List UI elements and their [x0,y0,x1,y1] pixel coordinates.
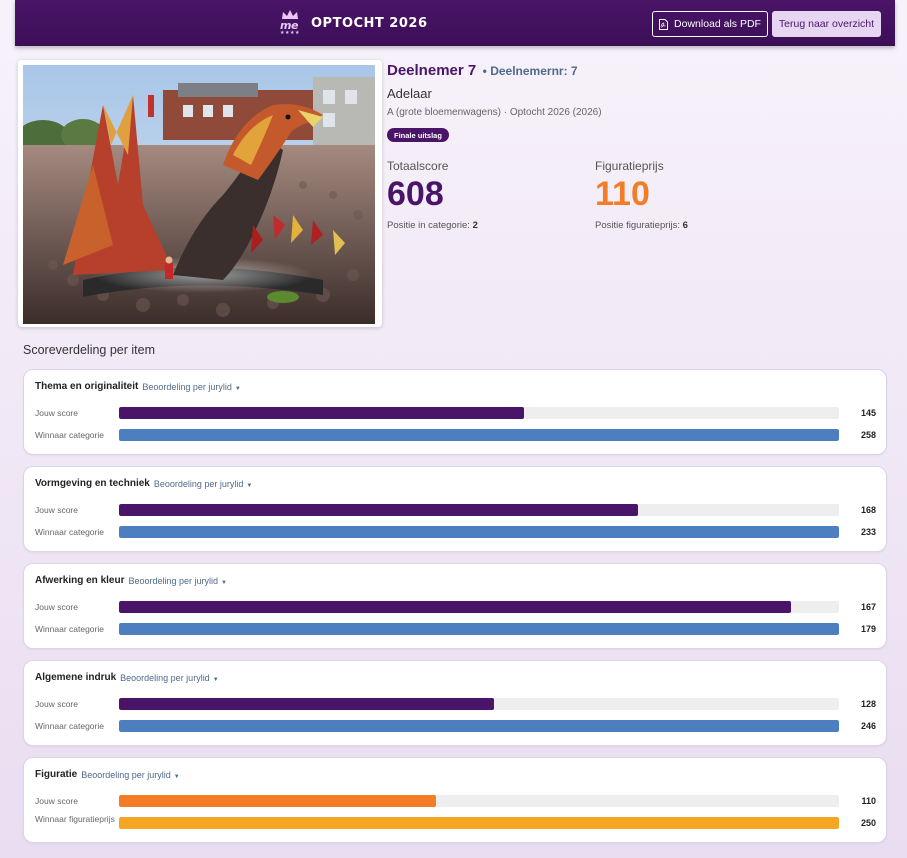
score-row-label: Jouw score [35,505,78,515]
score-row-value: 179 [860,624,876,634]
jury-breakdown-label: Beoordeling per jurylid [153,478,244,489]
score-item-card: Thema en originaliteit Beoordeling per ju… [23,369,887,455]
score-row-value: 145 [860,408,876,418]
score-row-label: Winnaar figuratieprijs [35,814,115,824]
score-bar-fill [119,817,839,829]
score-bar-fill [119,698,494,710]
score-row-value: 110 [861,796,876,806]
category-position: Positie in categorie: 2 [387,220,478,231]
score-item-header: Figuratie Beoordeling per jurylid ▼ [35,769,180,780]
caret-down-icon: ▼ [173,773,180,780]
score-bar-track [119,601,839,613]
score-bar-track [119,623,839,635]
score-row-label: Winnaar categorie [35,624,104,634]
score-item-card: Vormgeving en techniek Beoordeling per ju… [23,466,887,552]
score-row-value: 246 [860,721,876,731]
score-item-header: Afwerking en kleur Beoordeling per juryli… [35,575,227,586]
score-bar-track [119,817,839,829]
score-bar-fill [119,623,839,635]
back-to-overview-button[interactable]: Terug naar overzicht [772,11,881,37]
score-row-label: Jouw score [35,699,78,709]
score-bar-track [119,795,839,807]
score-row-label: Jouw score [35,602,78,612]
score-bar-track [119,407,839,419]
score-row-value: 168 [860,505,876,515]
figuration-score-block: Figuratieprijs 110 Positie figuratieprij… [595,159,688,231]
score-row-value: 250 [860,818,876,828]
participant-photo [23,65,375,324]
jury-breakdown-toggle[interactable]: Beoordeling per jurylid ▼ [120,673,219,683]
score-row-label: Jouw score [35,796,78,806]
caret-down-icon: ▼ [221,579,227,586]
score-item-title: Thema en originaliteit [35,381,139,392]
jury-breakdown-toggle[interactable]: Beoordeling per jurylid ▼ [154,479,253,489]
score-row-value: 128 [860,699,876,709]
jury-breakdown-label: Beoordeling per jurylid [128,575,219,586]
jury-breakdown-toggle[interactable]: Beoordeling per jurylid ▼ [142,382,241,392]
pdf-icon [659,18,669,30]
total-score-label: Totaalscore [387,159,449,173]
score-bar-track [119,504,839,516]
score-row-value: 258 [860,430,876,440]
figuration-position: Positie figuratieprijs: 6 [595,220,688,231]
score-item-title: Algemene indruk [35,672,117,683]
jury-breakdown-toggle[interactable]: Beoordeling per jurylid ▼ [128,576,227,586]
participant-photo-card: rtens [18,60,382,382]
score-row-value: 167 [860,602,876,612]
total-score-value: 608 [387,175,444,213]
category-position-label: Positie in categorie: [387,220,470,231]
section-title: Scoreverdeling per item [23,343,156,357]
figuration-position-label: Positie figuratieprijs: [595,220,681,231]
figuration-position-value: 6 [682,220,688,231]
total-score-block: Totaalscore 608 Positie in categorie: 2 [387,159,478,231]
score-row-value: 233 [860,527,876,537]
participant-title: Deelnemer 7 • Deelnemernr: 7 [387,62,578,80]
jury-breakdown-toggle[interactable]: Beoordeling per jurylid ▼ [81,770,180,780]
score-bar-fill [119,526,839,538]
top-bar: me ★★★★ OPTOCHT 2026 Download als PDF Te… [15,0,895,46]
score-bar-fill [119,407,524,419]
score-item-header: Vormgeving en techniek Beoordeling per ju… [35,478,252,489]
score-bar-track [119,698,839,710]
download-pdf-label: Download als PDF [674,18,761,30]
score-item-header: Algemene indruk Beoordeling per jurylid ▼ [35,672,219,683]
jury-breakdown-label: Beoordeling per jurylid [81,769,171,780]
score-item-title: Vormgeving en techniek [35,478,150,489]
score-row-label: Winnaar categorie [35,527,104,537]
score-item-card: Figuratie Beoordeling per jurylid ▼ Jouw sc… [23,757,887,843]
category-position-value: 2 [472,220,478,231]
score-row-label: Winnaar categorie [35,430,104,440]
jury-breakdown-label: Beoordeling per jurylid [120,672,210,683]
score-row-label: Winnaar categorie [35,721,104,731]
status-badge: Finale uitslag [387,128,449,142]
figuration-score-value: 110 [595,175,650,213]
brand-title: OPTOCHT 2026 [311,15,428,31]
score-item-card: Afwerking en kleur Beoordeling per juryli… [23,563,887,649]
score-bar-fill [119,720,839,732]
score-item-header: Thema en originaliteit Beoordeling per ju… [35,381,241,392]
score-item-title: Afwerking en kleur [35,575,125,586]
download-pdf-button[interactable]: Download als PDF [652,11,768,37]
score-bar-fill [119,795,436,807]
jury-breakdown-label: Beoordeling per jurylid [142,381,232,392]
figuration-score-label: Figuratieprijs [595,159,664,173]
score-bar-track [119,429,839,441]
participant-number: • Deelnemernr: 7 [482,64,578,78]
score-bar-fill [119,601,791,613]
participant-subtitle: Adelaar [387,86,432,101]
score-bar-track [119,720,839,732]
logo-icon: me ★★★★ [277,10,303,36]
participant-name: Deelnemer 7 [387,62,477,79]
score-item-title: Figuratie [35,769,78,780]
caret-down-icon: ▼ [246,482,253,489]
brand[interactable]: me ★★★★ OPTOCHT 2026 [277,10,428,36]
score-item-card: Algemene indruk Beoordeling per jurylid ▼ J… [23,660,887,746]
caret-down-icon: ▼ [212,676,219,683]
participant-meta: A (grote bloemenwagens) · Optocht 2026 (… [387,107,602,118]
caret-down-icon: ▼ [234,385,241,392]
score-bar-track [119,526,839,538]
score-bar-fill [119,504,639,516]
score-bar-fill [119,429,839,441]
score-row-label: Jouw score [35,408,78,418]
